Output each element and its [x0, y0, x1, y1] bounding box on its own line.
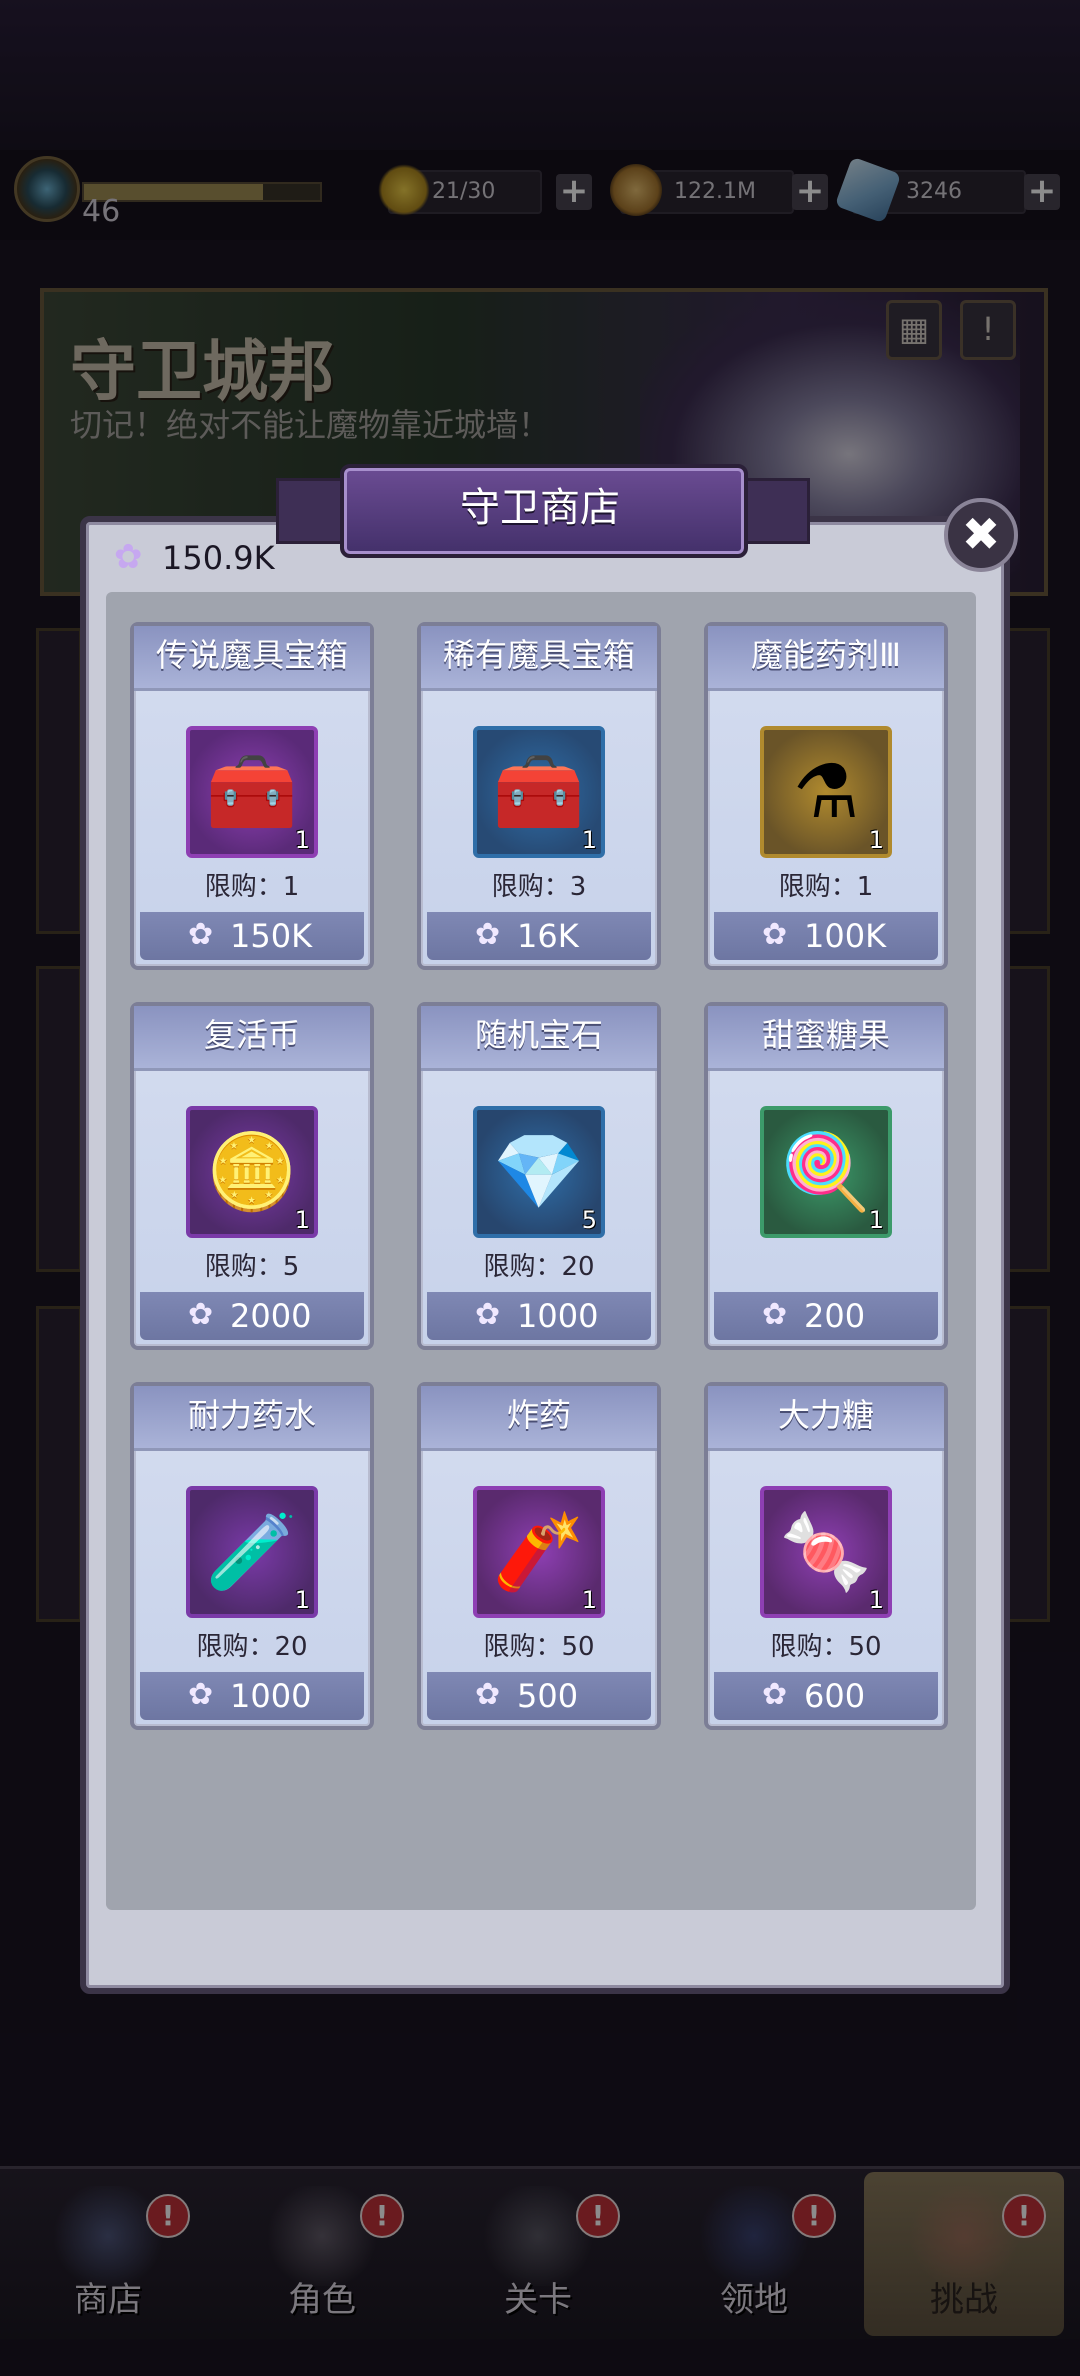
item-glyph: 🧨: [492, 1508, 586, 1595]
item-quantity: 1: [581, 826, 597, 854]
purchase-limit: 限购：50: [483, 1632, 595, 1662]
item-name: 复活币: [203, 1016, 300, 1054]
shop-item-card[interactable]: 稀有魔具宝箱 🧰 1 限购：3 ✿ 16K: [417, 622, 661, 970]
item-name: 随机宝石: [474, 1016, 603, 1054]
shop-item-card[interactable]: 随机宝石 💎 5 限购：20 ✿ 1000: [417, 1002, 661, 1350]
item-name: 大力糖: [777, 1396, 874, 1434]
item-name: 甜蜜糖果: [761, 1016, 890, 1054]
flower-currency-icon: ✿: [188, 1677, 214, 1712]
shop-item-card[interactable]: 大力糖 🍬 1 限购：50 ✿ 600: [704, 1382, 948, 1730]
item-price: 150K: [230, 917, 313, 955]
rare-chest-icon: 🧰 1: [473, 726, 605, 858]
item-glyph: ⚗: [792, 749, 860, 835]
item-glyph: 🧰: [492, 748, 586, 835]
buy-button[interactable]: ✿ 200: [714, 1292, 938, 1340]
buy-button[interactable]: ✿ 1000: [427, 1292, 651, 1340]
flower-currency-icon: ✿: [762, 1297, 788, 1332]
item-glyph: 🍬: [779, 1508, 873, 1595]
purchase-limit: 限购：5: [204, 1252, 300, 1282]
buy-button[interactable]: ✿ 600: [714, 1672, 938, 1720]
flower-currency-icon: ✿: [762, 1677, 788, 1712]
flower-currency-icon: ✿: [188, 1297, 214, 1332]
item-quantity: 1: [581, 1586, 597, 1614]
buy-button[interactable]: ✿ 1000: [140, 1672, 364, 1720]
currency-value: 150.9K: [162, 539, 275, 577]
shop-item-card[interactable]: 传说魔具宝箱 🧰 1 限购：1 ✿ 150K: [130, 622, 374, 970]
legendary-chest-icon: 🧰 1: [186, 726, 318, 858]
item-name: 稀有魔具宝箱: [442, 636, 635, 674]
buy-button[interactable]: ✿ 16K: [427, 912, 651, 960]
item-price: 1000: [230, 1677, 312, 1715]
buy-button[interactable]: ✿ 100K: [714, 912, 938, 960]
flower-currency-icon: ✿: [475, 1297, 501, 1332]
item-glyph: 🧰: [205, 748, 299, 835]
flower-currency-icon: ✿: [762, 917, 788, 952]
buy-button[interactable]: ✿ 2000: [140, 1292, 364, 1340]
revive-coin-icon: 🪙 1: [186, 1106, 318, 1238]
dialog-title: 守卫商店: [460, 485, 620, 531]
item-price: 2000: [230, 1297, 312, 1335]
item-price: 200: [804, 1297, 866, 1335]
shop-item-card[interactable]: 耐力药水 🧪 1 限购：20 ✿ 1000: [130, 1382, 374, 1730]
item-price: 16K: [517, 917, 579, 955]
item-name: 炸药: [506, 1396, 571, 1434]
item-quantity: 1: [294, 826, 310, 854]
purchase-limit: 限购：3: [491, 872, 587, 902]
item-price: 1000: [517, 1297, 599, 1335]
item-name: 传说魔具宝箱: [155, 636, 348, 674]
purchase-limit: 限购：50: [770, 1632, 882, 1662]
purchase-limit: 限购：20: [483, 1252, 595, 1282]
stamina-potion-icon: 🧪 1: [186, 1486, 318, 1618]
item-quantity: 1: [868, 1206, 884, 1234]
buy-button[interactable]: ✿ 500: [427, 1672, 651, 1720]
item-quantity: 5: [581, 1206, 597, 1234]
item-price: 600: [804, 1677, 866, 1715]
item-glyph: 🧪: [205, 1508, 299, 1595]
random-gem-icon: 💎 5: [473, 1106, 605, 1238]
dynamite-icon: 🧨 1: [473, 1486, 605, 1618]
purchase-limit: 限购：20: [196, 1632, 308, 1662]
flower-currency-icon: ✿: [475, 917, 501, 952]
item-price: 500: [517, 1677, 579, 1715]
item-name: 魔能药剂Ⅲ: [750, 636, 902, 674]
sweet-candy-icon: 🍭 1: [760, 1106, 892, 1238]
purchase-limit: 限购：1: [778, 872, 874, 902]
flower-currency-icon: ✿: [188, 917, 214, 952]
item-glyph: 🪙: [205, 1128, 299, 1215]
item-name: 耐力药水: [187, 1396, 316, 1434]
shop-item-card[interactable]: 炸药 🧨 1 限购：50 ✿ 500: [417, 1382, 661, 1730]
item-quantity: 1: [294, 1586, 310, 1614]
magic-potion-icon: ⚗ 1: [760, 726, 892, 858]
item-quantity: 1: [868, 826, 884, 854]
item-price: 100K: [804, 917, 887, 955]
close-button[interactable]: ✖: [944, 498, 1018, 572]
item-glyph: 💎: [492, 1128, 586, 1215]
shop-item-card[interactable]: 魔能药剂Ⅲ ⚗ 1 限购：1 ✿ 100K: [704, 622, 948, 970]
purchase-limit: 限购：1: [204, 872, 300, 902]
buy-button[interactable]: ✿ 150K: [140, 912, 364, 960]
item-quantity: 1: [868, 1586, 884, 1614]
flower-currency-icon: ✿: [114, 537, 143, 577]
shop-item-card[interactable]: 甜蜜糖果 🍭 1 ✿ 200: [704, 1002, 948, 1350]
flower-currency-icon: ✿: [475, 1677, 501, 1712]
power-candy-icon: 🍬 1: [760, 1486, 892, 1618]
item-glyph: 🍭: [779, 1128, 873, 1215]
shop-item-card[interactable]: 复活币 🪙 1 限购：5 ✿ 2000: [130, 1002, 374, 1350]
item-quantity: 1: [294, 1206, 310, 1234]
